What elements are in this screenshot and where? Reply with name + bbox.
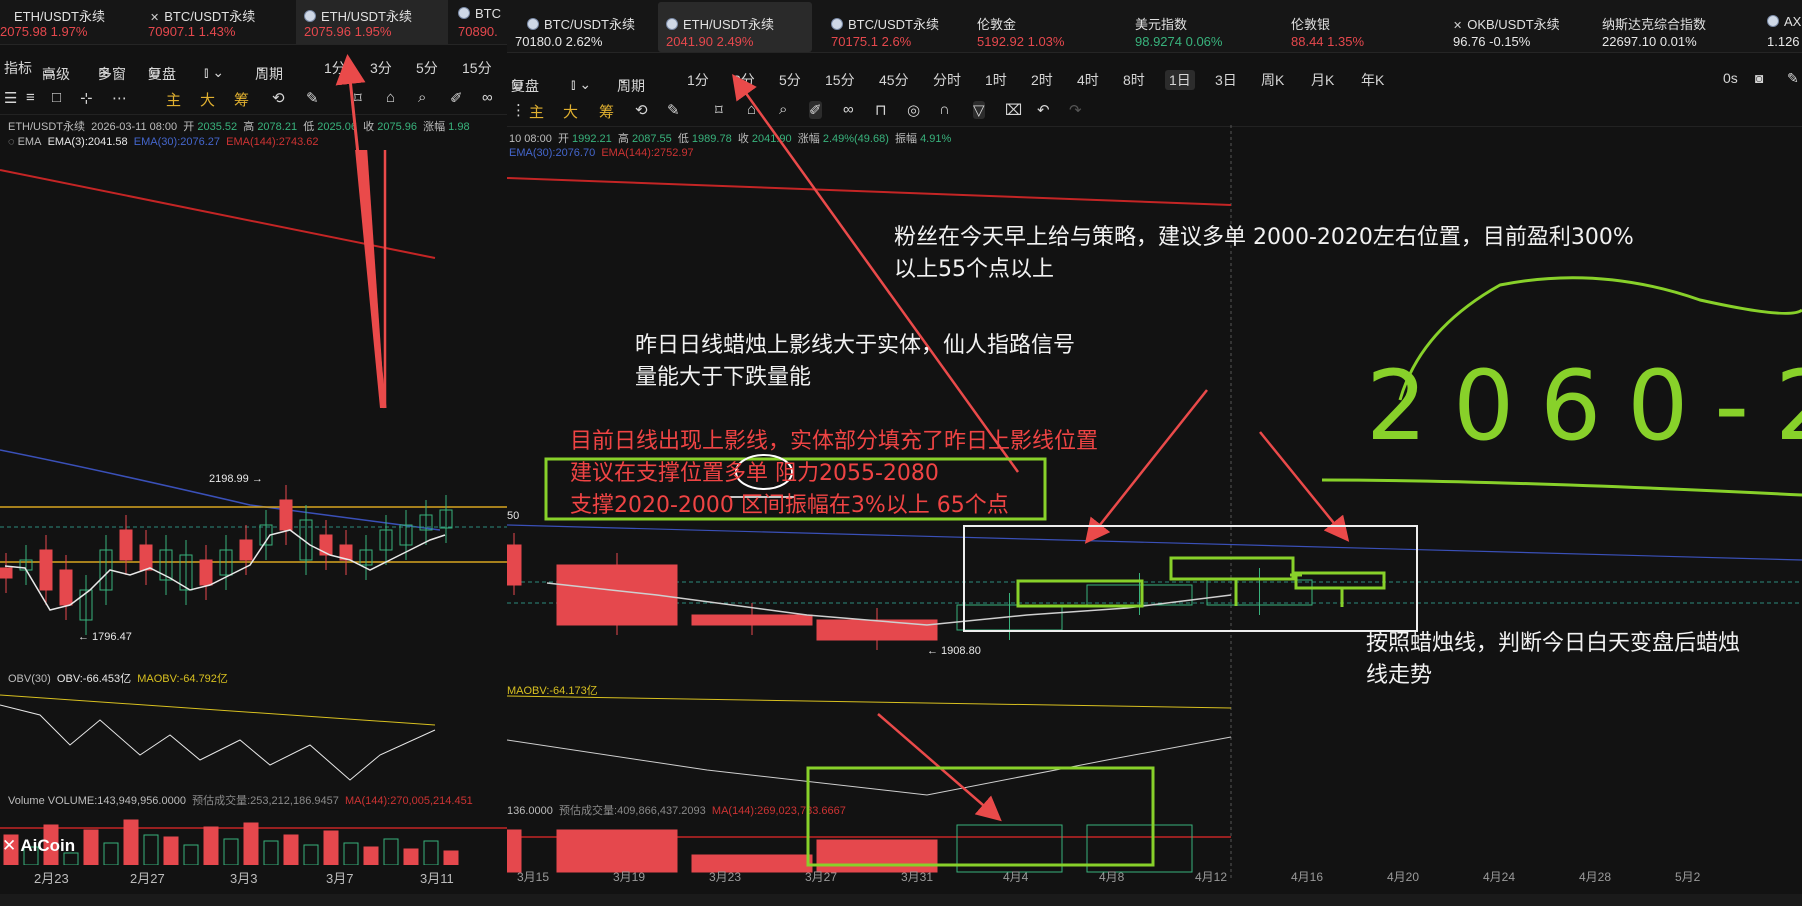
right-maobv-line: MAOBV:-64.173亿 (507, 685, 598, 697)
left-tab-0[interactable]: ETH/USDT永续 2075.98 1.97% (0, 0, 140, 44)
left-obv-chart (0, 694, 436, 781)
volume-bar (556, 829, 678, 873)
candle (0, 567, 13, 579)
volume-bar (507, 829, 522, 873)
volume-bar (103, 842, 119, 865)
link-icon[interactable]: ∞ (482, 89, 493, 106)
volume-bar (403, 848, 419, 865)
left-drawing-toolbar: ☰ ≡ □ ⊹ ⋯ 主 大 筹 ⟲ ✎ ⌑ ⌂ ⌕ ✐ ∞ (0, 84, 507, 115)
volume-bar (1086, 824, 1193, 873)
close-icon[interactable]: ✕ (150, 12, 159, 24)
main-chart-button[interactable]: 主 (166, 89, 181, 110)
period-5m[interactable]: 5分 (416, 58, 438, 78)
candle (59, 569, 73, 606)
candle (816, 619, 938, 641)
left-obv-line: OBV(30) OBV:-66.453亿 MAOBV:-64.792亿 (8, 673, 228, 685)
left-ohlc-line: ETH/USDT永续 2026-03-11 08:00 开 2035.52 高 … (8, 121, 470, 133)
left-tab-bar: ETH/USDT永续 2075.98 1.97% ✕ BTC/USDT永续 709… (0, 0, 507, 45)
list-icon[interactable]: ≡ (26, 89, 35, 106)
right-volume-line: 136.0000 预估成交量:409,866,437.2093 MA(144):… (507, 805, 846, 817)
left-date-axis: 2月23 2月27 3月3 3月7 3月11 (34, 871, 454, 886)
volume-bar (203, 826, 219, 865)
period-15m[interactable]: 15分 (462, 58, 492, 78)
volume-bar (363, 846, 379, 865)
y-axis-label: 50 (507, 510, 519, 522)
candle (507, 544, 522, 586)
period-3m[interactable]: 3分 (370, 58, 392, 78)
candle (139, 544, 153, 571)
brush-icon[interactable]: ✎ (306, 89, 319, 107)
candle (279, 499, 293, 531)
right-date-axis: 3月15 3月19 3月23 3月27 3月31 4月4 4月8 4月12 4月… (517, 870, 1701, 884)
volume-bar (283, 834, 299, 865)
candle (199, 559, 213, 586)
candle (319, 534, 333, 556)
volume-bar (443, 850, 459, 865)
candle (39, 549, 53, 591)
annotation-judge: 按照蜡烛线，判断今日白天变盘后蜡烛 线走势 (1366, 631, 1741, 688)
volume-bar (183, 844, 199, 865)
candle-icon: ⫾ ⌄ (204, 64, 225, 80)
volume-bar (263, 840, 279, 865)
volume-bar (323, 830, 339, 865)
left-price-chart: 2198.99 → ← 1796.47 (0, 150, 507, 643)
high-mark: 2198.99 → (209, 473, 263, 485)
eye-icon: ◌ (8, 136, 18, 148)
left-ema-line: ◌ EMA EMA(3):2041.58 EMA(30):2076.27 EMA… (8, 136, 319, 148)
candle (239, 539, 253, 561)
candle (691, 614, 813, 626)
volume-bar (223, 838, 239, 865)
volume-bar (423, 840, 439, 865)
low-mark: ← 1908.80 (927, 645, 981, 657)
aicoin-logo: ✕ AiCoin (2, 836, 76, 855)
btc-coin-icon (458, 7, 470, 19)
bookmark-icon[interactable]: ⌑ (354, 89, 362, 107)
volume-bar (343, 842, 359, 865)
candle (119, 529, 133, 561)
annotation-fans: 粉丝在今天早上给与策略，建议多单 2000-2020左右位置，目前盈利300% 以… (894, 225, 1634, 282)
annotation-yesterday: 昨日日线蜡烛上影线大于实体，仙人指路信号 量能大于下跌量能 (635, 333, 1076, 390)
left-tab-1[interactable]: ✕ BTC/USDT永续 70907.1 1.43% (142, 0, 292, 44)
left-chart-pane: ETH/USDT永续 2075.98 1.97% ✕ BTC/USDT永续 709… (0, 0, 507, 906)
left-toolbar: 指标 ▭ 高级 ⊞ 多窗 ⊡ 复盘 ⫾ ⌄ 周期 ⌄ 1分 3分 5分 15分 (4, 58, 492, 82)
tag-icon[interactable]: ⌂ (386, 89, 395, 106)
rect-icon[interactable]: □ (52, 89, 61, 106)
left-volume-chart (0, 819, 507, 865)
volume-bar (83, 829, 99, 865)
low-mark: ← 1796.47 (78, 631, 132, 643)
indicator-button[interactable]: 指标 (4, 58, 32, 78)
volume-bar (243, 822, 259, 865)
volume-bar (123, 819, 139, 865)
eth-coin-icon (304, 10, 316, 22)
zoom-icon[interactable]: ⌕ (418, 89, 426, 106)
left-tab-2-active[interactable]: ETH/USDT永续 2075.96 1.95% (296, 0, 448, 44)
period-1m[interactable]: 1分 (324, 58, 346, 78)
bottom-indicator-tabs (0, 894, 1802, 906)
big-button[interactable]: 大 (200, 89, 215, 110)
volume-bar (383, 838, 399, 865)
chip-button[interactable]: 筹 (234, 89, 249, 110)
volume-bar (163, 836, 179, 865)
sync-icon[interactable]: ⟲ (272, 89, 285, 107)
pen-icon[interactable]: ✐ (450, 89, 463, 107)
left-tab-3[interactable]: BTC 70890. (452, 0, 507, 44)
more-icon[interactable]: ⋯ (112, 89, 127, 107)
volume-bar (143, 834, 159, 865)
menu-icon[interactable]: ☰ (4, 89, 17, 107)
volume-bar (303, 844, 319, 865)
annotation-advice: 目前日线出现上影线，实体部分填充了昨日上影线位置 建议在支撑位置多单 阻力2055… (570, 429, 1099, 518)
line-tool-icon[interactable]: ⊹ (80, 89, 93, 107)
handwritten-price: 2060-2 (1366, 350, 1802, 462)
period-dropdown[interactable]: 周期 ⌄ (255, 58, 283, 82)
volume-bar (956, 824, 1063, 873)
